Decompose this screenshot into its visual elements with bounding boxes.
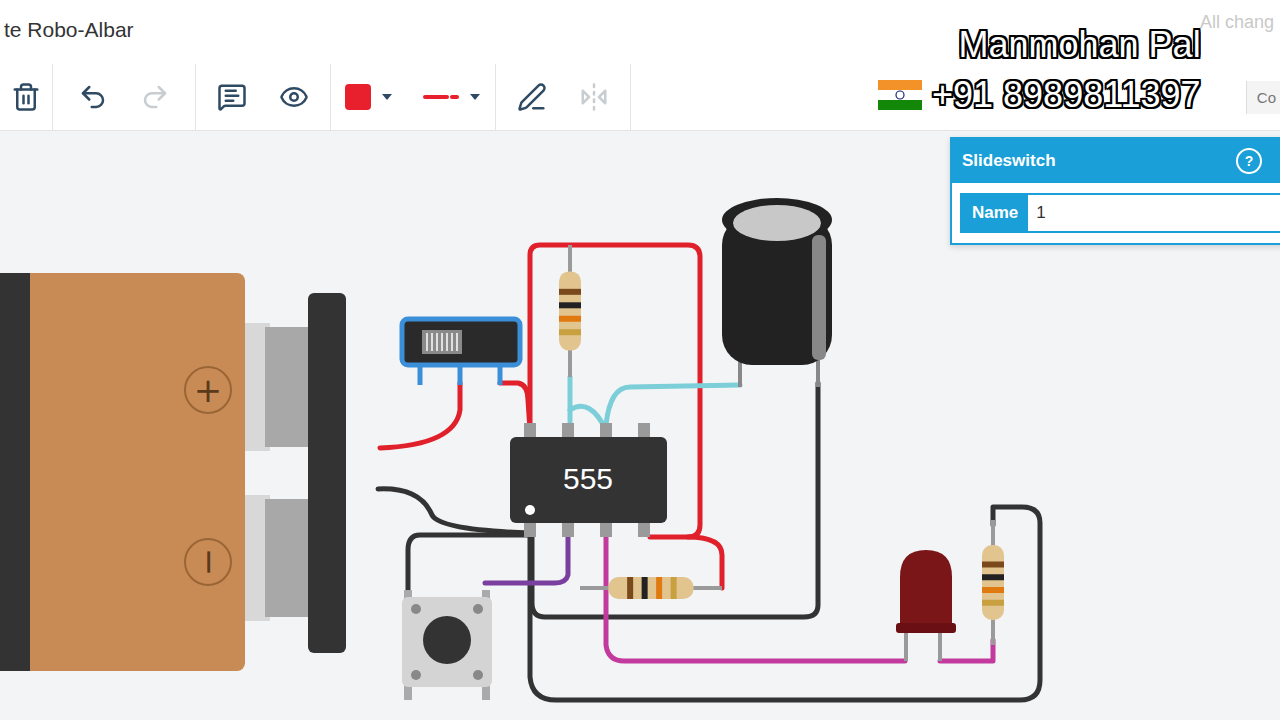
save-status: All chang (1200, 12, 1274, 33)
note-button[interactable] (210, 73, 254, 121)
field-label: Name (962, 195, 1028, 231)
wire[interactable] (530, 507, 1040, 700)
capacitor[interactable] (722, 198, 832, 387)
caret-icon (381, 93, 393, 101)
tool-group (0, 64, 53, 130)
delete-button[interactable] (4, 73, 48, 121)
line-style-button[interactable] (423, 73, 481, 121)
watermark: Manmohan Pal +91 8989811397 (878, 24, 1201, 116)
field-input[interactable] (1028, 195, 1280, 231)
caret-icon (469, 93, 481, 101)
mirror-button[interactable] (572, 73, 616, 121)
inspector-field: Name (960, 193, 1280, 233)
help-button[interactable]: ? (1236, 148, 1262, 174)
undo-icon (78, 82, 108, 112)
tool-group (331, 64, 496, 130)
watermark-phone: +91 8989811397 (932, 74, 1201, 116)
india-flag-icon (878, 80, 922, 110)
push-button[interactable] (402, 590, 492, 700)
wire[interactable] (408, 535, 530, 600)
battery-minus-mark: − (190, 548, 230, 577)
wire[interactable] (485, 535, 568, 583)
timer-chip[interactable]: 555 (510, 423, 667, 537)
chip-label: 555 (563, 462, 613, 495)
tool-group (496, 64, 631, 130)
redo-icon (140, 82, 170, 112)
wires (378, 245, 1040, 700)
wire[interactable] (606, 535, 905, 661)
tool-group (53, 64, 196, 130)
color-swatch (345, 84, 371, 110)
resistor[interactable] (580, 577, 722, 599)
redo-button[interactable] (133, 73, 177, 121)
watermark-phone-row: +91 8989811397 (878, 74, 1201, 116)
battery-plus-mark: + (194, 370, 223, 410)
wire[interactable] (568, 377, 573, 430)
resistor[interactable] (982, 520, 1004, 645)
slide-switch[interactable] (402, 319, 520, 385)
line-style-icon (423, 92, 459, 102)
wire[interactable] (378, 489, 530, 533)
battery[interactable]: +− (0, 273, 346, 671)
note-icon (217, 82, 247, 112)
eye-icon (279, 82, 309, 112)
tool-group (196, 64, 331, 130)
inspector-title: Slideswitch (962, 151, 1056, 171)
wire[interactable] (606, 385, 740, 425)
trash-icon (11, 82, 41, 112)
pen-icon (517, 82, 547, 112)
code-button[interactable]: Co (1246, 81, 1280, 114)
undo-button[interactable] (71, 73, 115, 121)
tool-groups (0, 64, 631, 130)
circuit-editor: te Robo-AlbarAll changCo+−555Slideswitch… (0, 0, 1280, 720)
draw-button[interactable] (510, 73, 554, 121)
resistor[interactable] (559, 245, 581, 377)
inspector-panel: Slideswitch? Name (950, 137, 1280, 245)
wire[interactable] (940, 640, 993, 661)
led[interactable] (896, 550, 956, 661)
inspector-header: Slideswitch? (952, 139, 1280, 183)
wire[interactable] (380, 383, 460, 448)
design-title[interactable]: te Robo-Albar (4, 18, 134, 42)
view-button[interactable] (272, 73, 316, 121)
wire[interactable] (688, 537, 722, 588)
fill-color-button[interactable] (345, 73, 393, 121)
mirror-icon (579, 82, 609, 112)
watermark-name: Manmohan Pal (958, 24, 1200, 66)
wire[interactable] (500, 383, 530, 430)
